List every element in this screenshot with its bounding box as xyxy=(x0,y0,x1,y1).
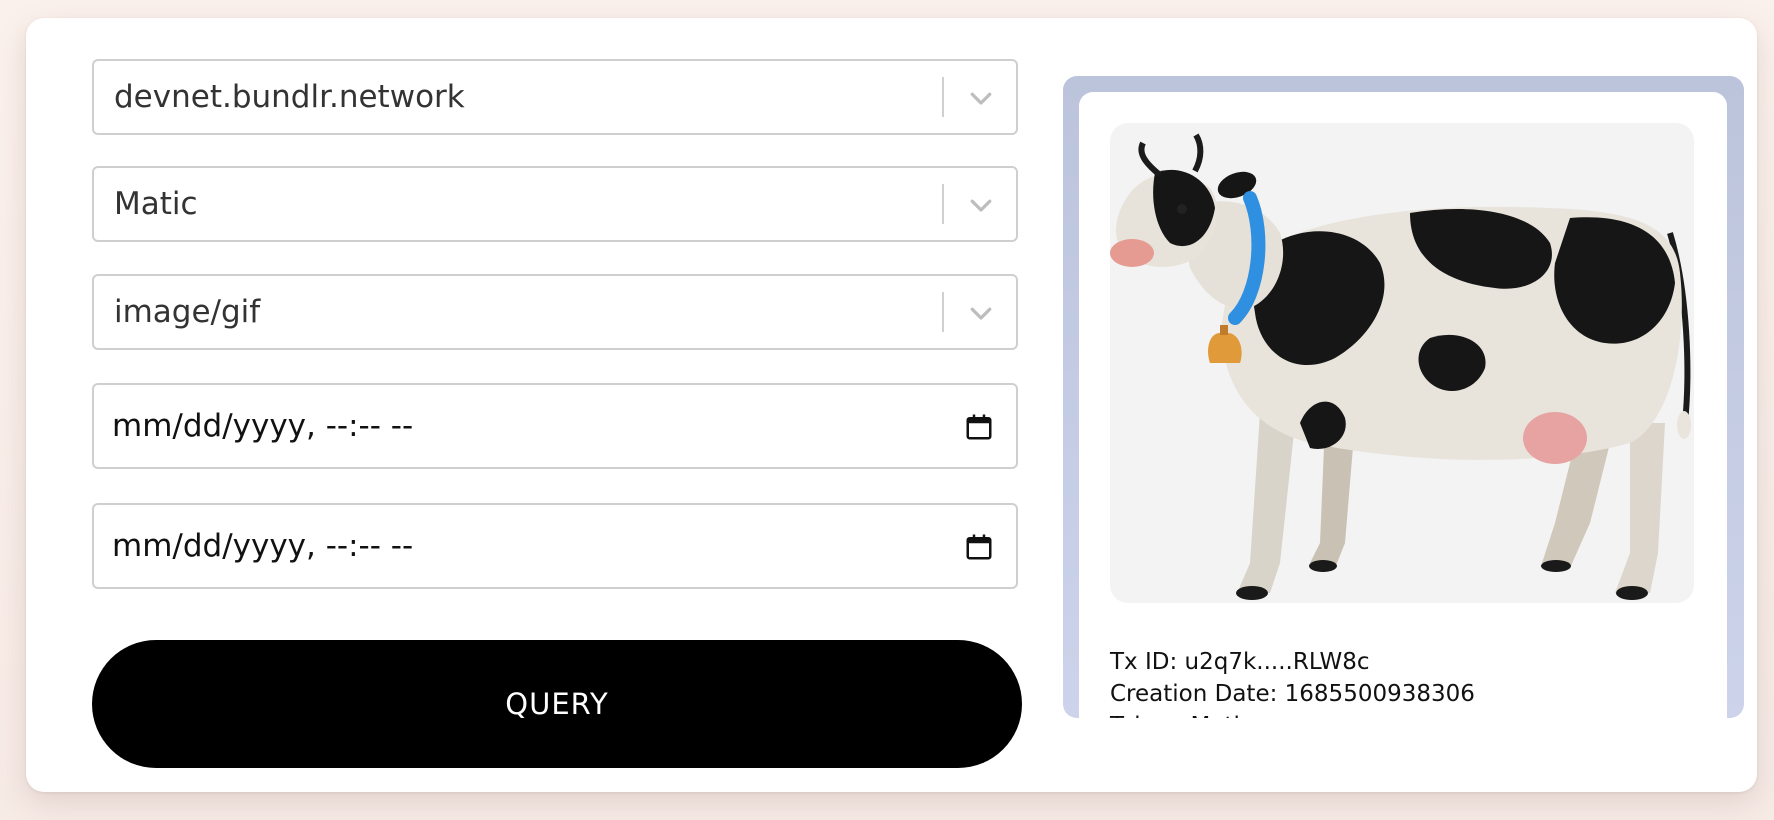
select-separator xyxy=(942,292,944,332)
creation-date: Creation Date: 1685500938306 xyxy=(1110,681,1475,707)
currency-select[interactable]: Matic xyxy=(92,166,1018,242)
cow-image xyxy=(1110,133,1691,600)
currency-select-value: Matic xyxy=(114,186,198,222)
chevron-down-icon[interactable] xyxy=(966,83,996,113)
token: Token: Matic xyxy=(1110,710,1475,718)
chevron-down-icon[interactable] xyxy=(966,298,996,328)
to-date-input[interactable]: mm/dd/yyyy, --:-- -- xyxy=(92,503,1018,589)
select-separator xyxy=(942,77,944,117)
content-type-select-value: image/gif xyxy=(114,294,261,330)
tx-metadata: Tx ID: u2q7k.....RLW8c Creation Date: 16… xyxy=(1110,646,1475,718)
from-date-value: mm/dd/yyyy, --:-- -- xyxy=(112,408,414,444)
chevron-down-icon[interactable] xyxy=(966,190,996,220)
from-date-input[interactable]: mm/dd/yyyy, --:-- -- xyxy=(92,383,1018,469)
network-select-value: devnet.bundlr.network xyxy=(114,79,465,115)
query-button[interactable]: QUERY xyxy=(92,640,1022,768)
query-card: devnet.bundlr.network Matic image/gif mm… xyxy=(26,18,1757,792)
select-separator xyxy=(942,184,944,224)
result-image xyxy=(1110,123,1694,603)
calendar-icon[interactable] xyxy=(964,532,994,562)
network-select[interactable]: devnet.bundlr.network xyxy=(92,59,1018,135)
result-card[interactable]: Tx ID: u2q7k.....RLW8c Creation Date: 16… xyxy=(1079,92,1727,718)
result-preview-panel[interactable]: Tx ID: u2q7k.....RLW8c Creation Date: 16… xyxy=(1063,76,1744,718)
calendar-icon[interactable] xyxy=(964,412,994,442)
content-type-select[interactable]: image/gif xyxy=(92,274,1018,350)
to-date-value: mm/dd/yyyy, --:-- -- xyxy=(112,528,414,564)
tx-id: Tx ID: u2q7k.....RLW8c xyxy=(1110,649,1370,675)
